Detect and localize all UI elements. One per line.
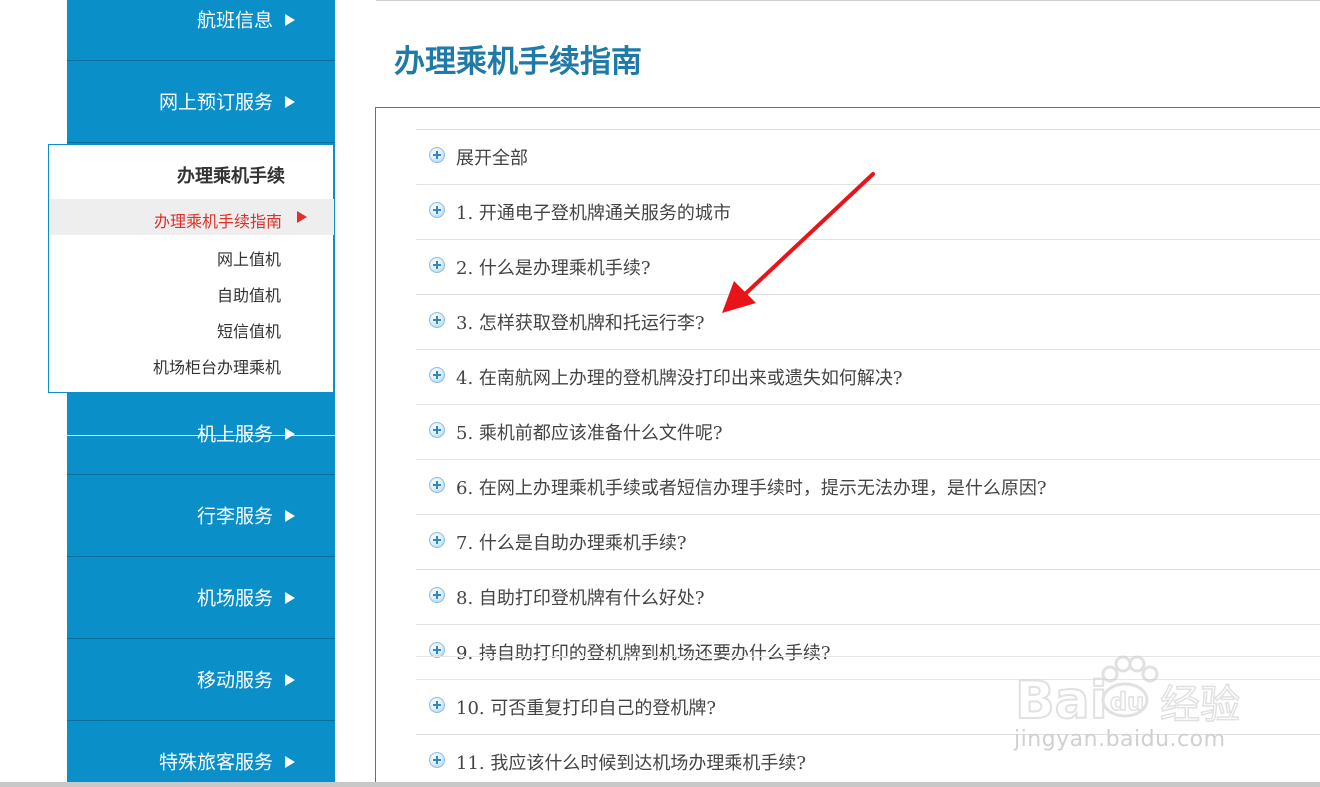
faq-question: 7. 什么是自助办理乘机手续? — [456, 533, 687, 554]
plus-circle-icon — [429, 752, 445, 768]
faq-question: 5. 乘机前都应该准备什么文件呢? — [456, 423, 723, 444]
faq-question: 2. 什么是办理乘机手续? — [456, 258, 651, 279]
nav-item-airport-service[interactable]: 机场服务 — [67, 557, 335, 639]
nav-item-mobile-service[interactable]: 移动服务 — [67, 639, 335, 721]
page: 航班信息 网上预订服务 机上服务 行李服务 机场服务 移动服务 特殊旅客服务 办… — [0, 0, 1320, 787]
nav-item-label: 特殊旅客服务 — [158, 751, 273, 774]
divider — [416, 656, 1320, 657]
triangle-right-icon — [285, 509, 295, 522]
divider — [416, 679, 1320, 680]
faq-question: 6. 在网上办理乘机手续或者短信办理手续时，提示无法办理，是什么原因? — [456, 478, 1047, 499]
watermark-url: jingyan.baidu.com — [1014, 727, 1226, 752]
faq-item[interactable]: 2. 什么是办理乘机手续? — [416, 239, 1320, 294]
expand-all-button[interactable]: 展开全部 — [416, 129, 1320, 184]
submenu-item-sms-checkin[interactable]: 短信值机 — [217, 318, 281, 342]
divider — [376, 0, 1320, 1]
nav-item-baggage-service[interactable]: 行李服务 — [67, 475, 335, 557]
faq-item[interactable]: 3. 怎样获取登机牌和托运行李? — [416, 294, 1320, 349]
nav-item-label: 行李服务 — [196, 505, 273, 528]
faq-item[interactable]: 1. 开通电子登机牌通关服务的城市 — [416, 184, 1320, 239]
plus-circle-icon — [429, 587, 445, 603]
triangle-right-icon — [285, 14, 295, 26]
triangle-right-icon — [285, 95, 295, 108]
nav-item-label: 移动服务 — [196, 669, 273, 692]
plus-circle-icon — [429, 202, 445, 218]
faq-question: 1. 开通电子登机牌通关服务的城市 — [456, 203, 731, 224]
faq-item[interactable]: 7. 什么是自助办理乘机手续? — [416, 514, 1320, 569]
faq-question: 11. 我应该什么时候到达机场办理乘机手续? — [456, 753, 806, 774]
page-title: 办理乘机手续指南 — [394, 44, 642, 80]
plus-circle-icon — [429, 532, 445, 548]
expand-all-label: 展开全部 — [456, 148, 528, 169]
submenu-active-label: 办理乘机手续指南 — [153, 212, 282, 231]
nav-item-special-passenger[interactable]: 特殊旅客服务 — [67, 721, 335, 787]
plus-circle-icon — [429, 697, 445, 713]
faq-list: 展开全部 1. 开通电子登机牌通关服务的城市 2. 什么是办理乘机手续? 3. … — [416, 129, 1320, 787]
faq-question: 3. 怎样获取登机牌和托运行李? — [456, 313, 705, 334]
nav-item-label: 航班信息 — [196, 9, 273, 32]
faq-item[interactable]: 9. 持自助打印的登机牌到机场还要办什么手续? — [416, 624, 1320, 679]
plus-circle-icon — [429, 477, 445, 493]
triangle-right-icon — [285, 673, 295, 686]
faq-item[interactable]: 5. 乘机前都应该准备什么文件呢? — [416, 404, 1320, 459]
plus-circle-icon — [429, 257, 445, 273]
faq-question: 4. 在南航网上办理的登机牌没打印出来或遗失如何解决? — [456, 368, 903, 389]
submenu-title: 办理乘机手续 — [177, 166, 285, 187]
faq-question: 8. 自助打印登机牌有什么好处? — [456, 588, 705, 609]
faq-item[interactable]: 8. 自助打印登机牌有什么好处? — [416, 569, 1320, 624]
faq-item[interactable]: 10. 可否重复打印自己的登机牌? — [416, 679, 1320, 734]
faq-question: 9. 持自助打印的登机牌到机场还要办什么手续? — [456, 643, 831, 664]
nav-item-label: 机场服务 — [196, 587, 273, 610]
triangle-right-icon — [285, 756, 295, 768]
divider — [67, 435, 335, 436]
nav-item-label: 网上预订服务 — [158, 91, 273, 114]
submenu-item-checkin-guide[interactable]: 办理乘机手续指南 — [49, 199, 334, 235]
submenu-item-counter-checkin[interactable]: 机场柜台办理乘机 — [153, 354, 281, 378]
faq-item[interactable]: 4. 在南航网上办理的登机牌没打印出来或遗失如何解决? — [416, 349, 1320, 404]
nav-item-flight-info[interactable]: 航班信息 — [67, 0, 335, 61]
plus-circle-icon — [429, 422, 445, 438]
nav-item-online-booking[interactable]: 网上预订服务 — [67, 61, 335, 143]
submenu-item-online-checkin[interactable]: 网上值机 — [217, 246, 281, 270]
triangle-right-icon — [285, 427, 295, 440]
submenu-panel: 办理乘机手续 办理乘机手续指南 网上值机 自助值机 短信值机 机场柜台办理乘机 — [48, 144, 334, 393]
bottom-scrollbar[interactable] — [0, 782, 1320, 787]
plus-circle-icon — [429, 312, 445, 328]
nav-item-inflight-service[interactable]: 机上服务 — [67, 393, 335, 475]
faq-item[interactable]: 6. 在网上办理乘机手续或者短信办理手续时，提示无法办理，是什么原因? — [416, 459, 1320, 514]
triangle-right-icon — [297, 211, 307, 223]
faq-question: 10. 可否重复打印自己的登机牌? — [456, 698, 716, 719]
plus-circle-icon — [429, 147, 445, 163]
plus-circle-icon — [429, 367, 445, 383]
triangle-right-icon — [285, 591, 295, 604]
submenu-item-self-checkin[interactable]: 自助值机 — [217, 282, 281, 306]
